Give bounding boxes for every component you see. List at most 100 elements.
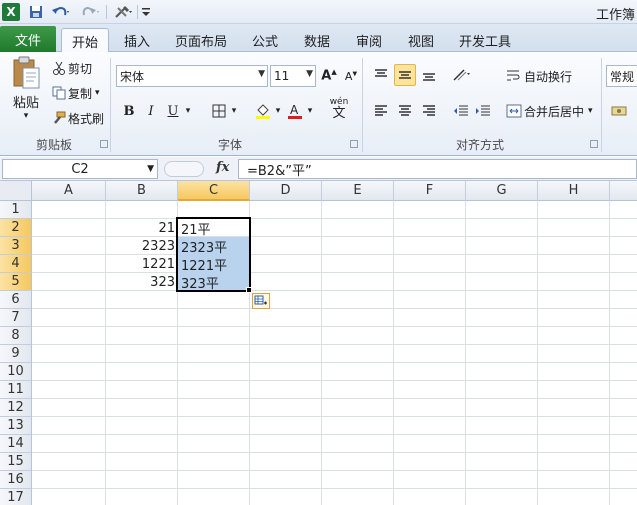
row-header-1[interactable]: 1: [0, 201, 32, 219]
increase-indent-button[interactable]: [472, 100, 494, 122]
underline-button[interactable]: U: [162, 100, 184, 122]
row-header-8[interactable]: 8: [0, 327, 32, 345]
align-bottom-button[interactable]: [418, 64, 440, 86]
tab-view[interactable]: 视图: [400, 28, 442, 52]
gridline: [32, 308, 637, 309]
bold-button[interactable]: B: [118, 100, 140, 122]
row-header-10[interactable]: 10: [0, 363, 32, 381]
dialog-launcher-icon[interactable]: [350, 140, 358, 148]
scissors-icon: [50, 61, 68, 75]
number-format-combo[interactable]: 常规: [606, 65, 637, 87]
chevron-down-icon[interactable]: ▾: [228, 100, 240, 122]
tab-page-layout[interactable]: 页面布局: [168, 28, 234, 52]
chevron-down-icon: ▾: [95, 88, 100, 98]
fill-color-button[interactable]: [252, 100, 274, 122]
row-header-6[interactable]: 6: [0, 291, 32, 309]
tab-review[interactable]: 审阅: [348, 28, 390, 52]
copy-button[interactable]: 复制 ▾: [50, 83, 100, 103]
excel-logo-icon[interactable]: X: [2, 3, 20, 21]
align-center-button[interactable]: [394, 100, 416, 122]
paste-label: 粘贴: [12, 96, 39, 111]
paste-button[interactable]: 粘贴 ▾: [6, 56, 46, 130]
row-header-4[interactable]: 4: [0, 255, 32, 273]
worksheet-grid[interactable]: A B C D E F G H 1 2 3 4 5 6 7 8 9 10 11 …: [0, 181, 637, 505]
col-header-g[interactable]: G: [466, 181, 538, 201]
row-header-13[interactable]: 13: [0, 417, 32, 435]
shrink-font-icon: A▼: [344, 69, 358, 83]
merge-center-button[interactable]: 合并后居中 ▾: [504, 100, 593, 122]
row-header-12[interactable]: 12: [0, 399, 32, 417]
tools-icon[interactable]: [112, 3, 134, 21]
tab-file[interactable]: 文件: [0, 26, 56, 52]
row-header-9[interactable]: 9: [0, 345, 32, 363]
gridline: [393, 201, 394, 505]
grow-font-button[interactable]: A▲: [318, 65, 340, 87]
undo-icon[interactable]: [50, 3, 72, 21]
tab-formulas[interactable]: 公式: [244, 28, 286, 52]
select-all-button[interactable]: [0, 181, 32, 201]
align-right-button[interactable]: [418, 100, 440, 122]
row-header-5[interactable]: 5: [0, 273, 32, 291]
phonetic-button[interactable]: wén 文: [326, 97, 352, 120]
insert-function-icon[interactable]: fx: [216, 160, 229, 175]
font-name-combo[interactable]: 宋体 ▼: [116, 65, 268, 87]
align-top-button[interactable]: [370, 64, 392, 86]
auto-fill-options-button[interactable]: [252, 293, 270, 309]
tab-developer[interactable]: 开发工具: [452, 28, 518, 52]
chevron-down-icon[interactable]: ▾: [272, 100, 284, 122]
tab-home[interactable]: 开始: [61, 28, 109, 53]
col-header-e[interactable]: E: [322, 181, 394, 201]
decrease-indent-button[interactable]: [450, 100, 472, 122]
row-header-14[interactable]: 14: [0, 435, 32, 453]
cell-b3[interactable]: 2323: [106, 237, 178, 255]
customize-icon[interactable]: [141, 3, 151, 21]
tab-data[interactable]: 数据: [296, 28, 338, 52]
italic-button[interactable]: I: [140, 100, 162, 122]
chevron-down-icon[interactable]: ▾: [182, 100, 194, 122]
tab-insert[interactable]: 插入: [116, 28, 158, 52]
cell-b2[interactable]: 21: [106, 219, 178, 237]
borders-button[interactable]: [208, 100, 230, 122]
formula-bar-splitter[interactable]: [164, 161, 204, 177]
cell-b5[interactable]: 323: [106, 273, 178, 291]
row-header-3[interactable]: 3: [0, 237, 32, 255]
cell-c4[interactable]: 1221平: [178, 255, 250, 274]
gridline: [32, 344, 637, 345]
group-divider: [110, 58, 111, 152]
font-color-button[interactable]: A: [284, 100, 306, 122]
col-header-f[interactable]: F: [394, 181, 466, 201]
cut-button[interactable]: 剪切: [50, 58, 92, 78]
cell-c5[interactable]: 323平: [178, 273, 250, 292]
redo-icon[interactable]: [80, 3, 102, 21]
align-middle-button[interactable]: [394, 64, 416, 86]
accounting-format-button[interactable]: [608, 100, 630, 122]
chevron-down-icon[interactable]: ▼: [147, 164, 154, 174]
save-icon[interactable]: [28, 3, 44, 21]
row-header-11[interactable]: 11: [0, 381, 32, 399]
chevron-down-icon[interactable]: ▾: [304, 100, 316, 122]
col-header-h[interactable]: H: [538, 181, 610, 201]
row-header-16[interactable]: 16: [0, 471, 32, 489]
cell-b4[interactable]: 1221: [106, 255, 178, 273]
col-header-c[interactable]: C: [178, 181, 250, 201]
formula-input[interactable]: =B2&”平”: [238, 159, 637, 179]
row-header-15[interactable]: 15: [0, 453, 32, 471]
format-painter-button[interactable]: 格式刷: [50, 108, 104, 128]
align-left-button[interactable]: [370, 100, 392, 122]
dialog-launcher-icon[interactable]: [100, 140, 108, 148]
col-header-i[interactable]: [610, 181, 637, 201]
cell-c2[interactable]: 21平: [178, 219, 250, 238]
row-header-17[interactable]: 17: [0, 489, 32, 505]
row-header-7[interactable]: 7: [0, 309, 32, 327]
col-header-b[interactable]: B: [106, 181, 178, 201]
name-box[interactable]: C2 ▼: [2, 159, 158, 179]
shrink-font-button[interactable]: A▼: [340, 65, 362, 87]
orientation-button[interactable]: [450, 64, 472, 86]
row-header-2[interactable]: 2: [0, 219, 32, 237]
cell-c3[interactable]: 2323平: [178, 237, 250, 256]
wrap-text-button[interactable]: 自动换行: [504, 65, 572, 87]
font-size-combo[interactable]: 11 ▼: [270, 65, 316, 87]
col-header-a[interactable]: A: [32, 181, 106, 201]
dialog-launcher-icon[interactable]: [590, 140, 598, 148]
col-header-d[interactable]: D: [250, 181, 322, 201]
